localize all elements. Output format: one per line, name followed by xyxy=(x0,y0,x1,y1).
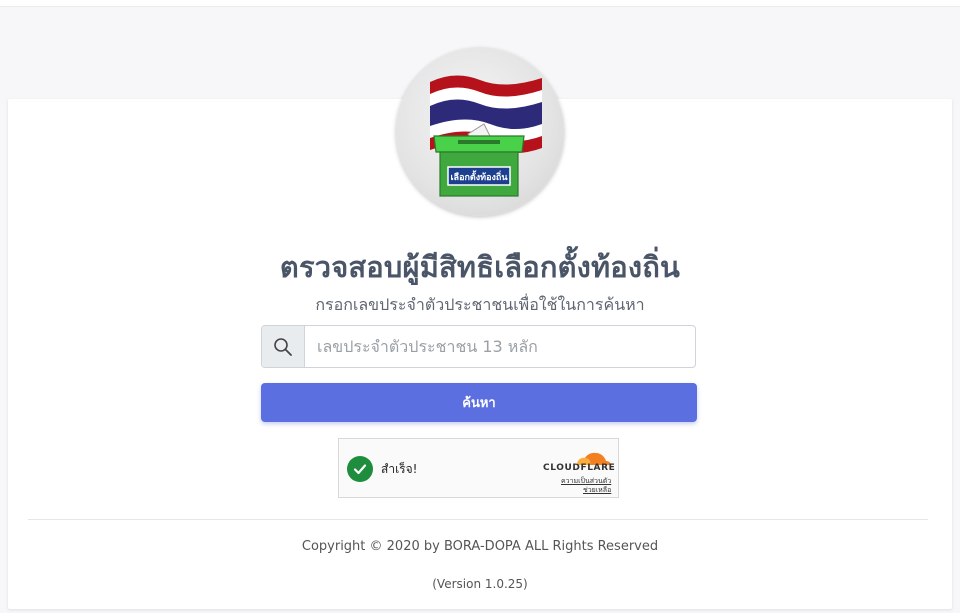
captcha-status-text: สำเร็จ! xyxy=(381,462,418,476)
copyright-text: Copyright © 2020 by BORA-DOPA ALL Rights… xyxy=(301,539,659,554)
success-check-icon xyxy=(347,456,373,482)
footer-divider xyxy=(28,519,928,520)
cloudflare-brand: CLOUDFLARE xyxy=(543,463,616,473)
cloudflare-turnstile-widget[interactable]: สำเร็จ! CLOUDFLARE ความเป็นส่วนตัว ช่วยเ… xyxy=(338,438,619,498)
version-text: (Version 1.0.25) xyxy=(432,577,528,591)
cloudflare-cloud-icon xyxy=(577,452,611,465)
search-icon xyxy=(274,337,292,356)
page-subtitle: กรอกเลขประจำตัวประชาชนเพื่อใช้ในการค้นหา xyxy=(315,295,645,314)
help-link[interactable]: ช่วยเหลือ xyxy=(583,485,611,496)
search-addon xyxy=(262,326,305,367)
top-bar xyxy=(0,0,960,7)
search-input-group xyxy=(261,325,696,368)
id-number-input[interactable] xyxy=(305,326,695,367)
page-title: ตรวจสอบผู้มีสิทธิเลือกตั้งท้องถิ่น xyxy=(279,250,681,284)
search-button[interactable]: ค้นหา xyxy=(261,383,697,422)
thai-flag-ballot-box-icon: เลือกตั้งท้องถิ่น xyxy=(430,75,542,197)
election-logo: เลือกตั้งท้องถิ่น xyxy=(396,48,564,216)
